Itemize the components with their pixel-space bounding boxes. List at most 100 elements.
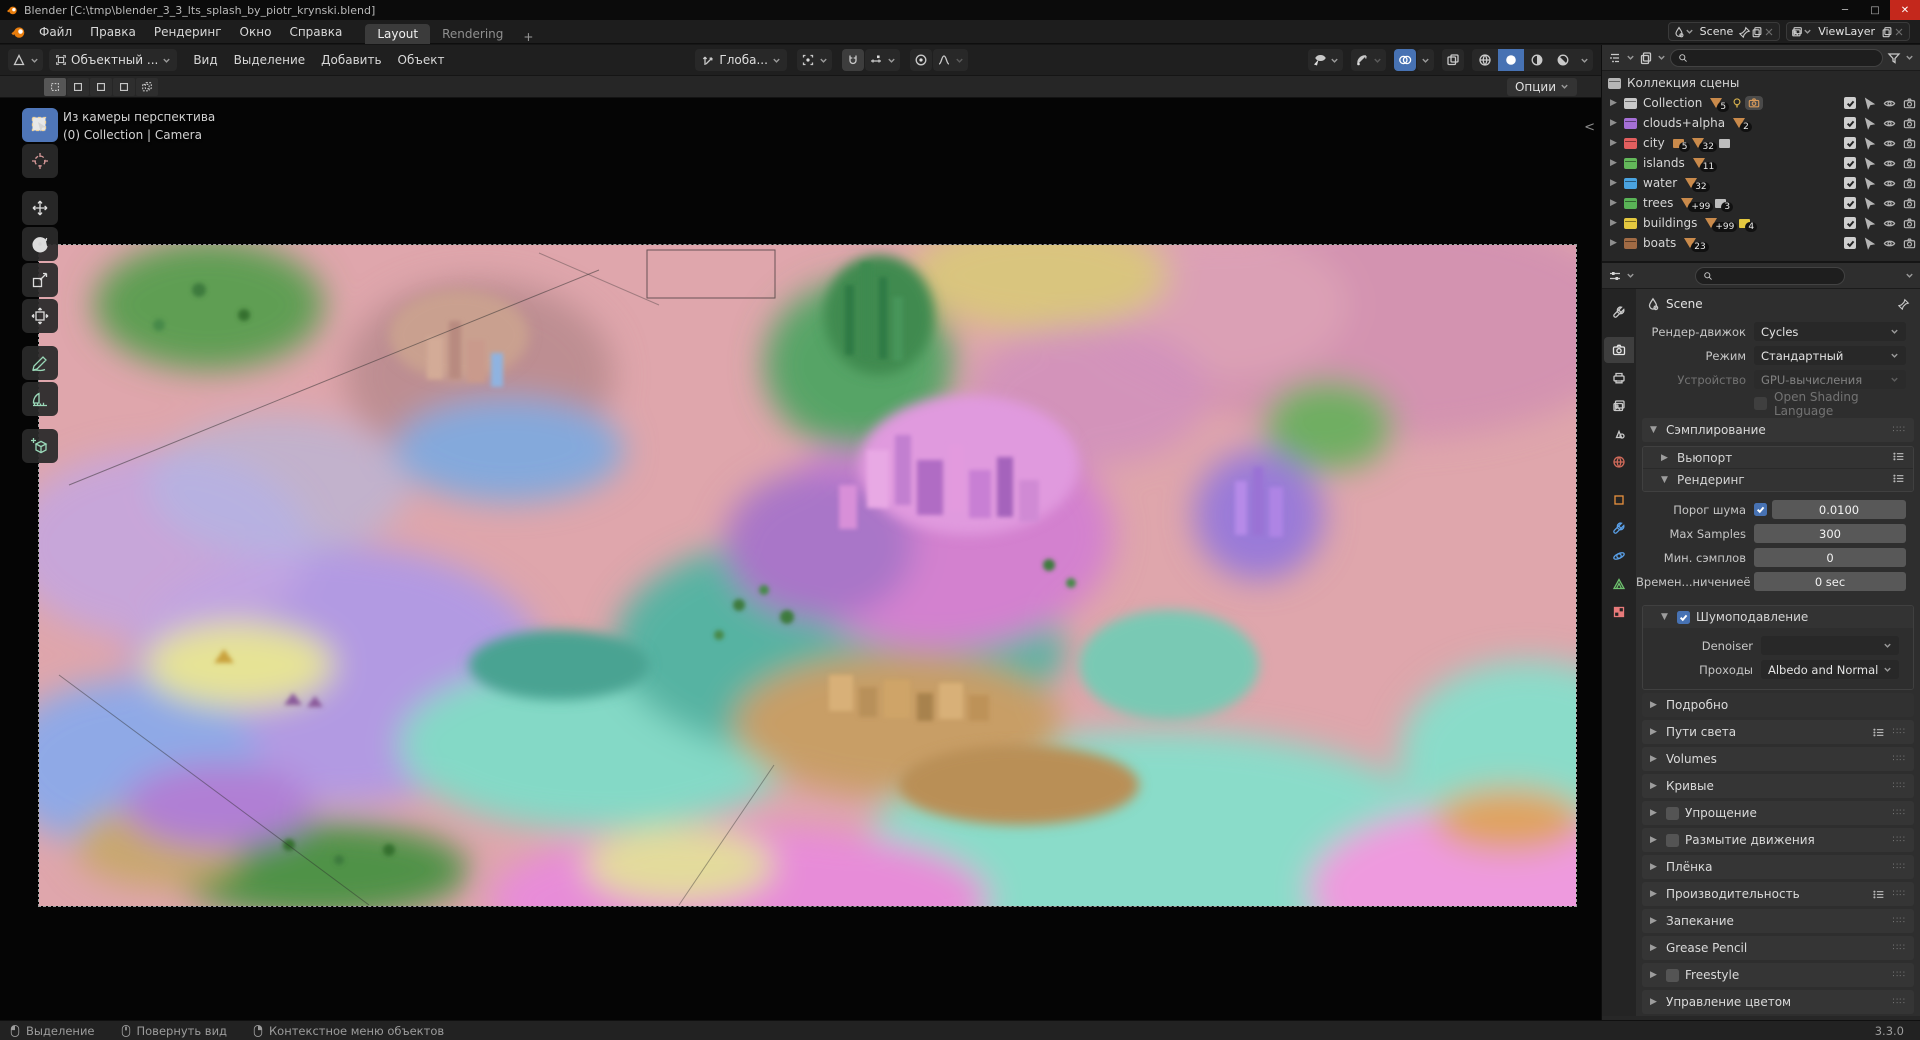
drag-handle-icon[interactable]: ∷∷	[1893, 835, 1906, 845]
drag-handle-icon[interactable]: ∷∷	[1893, 754, 1906, 764]
menu-render[interactable]: Рендеринг	[145, 20, 231, 44]
tool-add-cube[interactable]	[22, 429, 58, 463]
collection-checkbox[interactable]	[1844, 137, 1856, 149]
section-curves[interactable]: ▶Кривые ∷∷	[1642, 774, 1914, 798]
min-samples-field[interactable]: 0	[1754, 548, 1906, 567]
selectable-icon[interactable]	[1863, 117, 1876, 130]
render-camera-icon[interactable]	[1903, 137, 1916, 150]
options-button[interactable]: Опции	[1507, 78, 1577, 96]
expand-arrow-icon[interactable]: ▶	[1610, 98, 1624, 108]
section-color-management[interactable]: ▶Управление цветом ∷∷	[1642, 990, 1914, 1014]
drag-handle-icon[interactable]: ∷∷	[1893, 889, 1906, 899]
close-button[interactable]: ✕	[1890, 0, 1920, 20]
blender-menu-icon[interactable]	[10, 24, 26, 40]
tab-object[interactable]	[1604, 487, 1634, 513]
tool-annotate[interactable]	[22, 346, 58, 380]
pivot-point-dropdown[interactable]	[797, 49, 832, 71]
collection-checkbox[interactable]	[1844, 177, 1856, 189]
section-light-paths[interactable]: ▶Пути света ∷∷	[1642, 720, 1914, 744]
mode-dropdown[interactable]: Объектный ...	[49, 49, 177, 71]
motion-blur-checkbox[interactable]	[1666, 834, 1679, 847]
menu-view[interactable]: Вид	[185, 53, 225, 67]
noise-threshold-checkbox[interactable]	[1754, 503, 1767, 516]
gizmos-dropdown[interactable]	[1351, 49, 1386, 71]
new-viewlayer-icon[interactable]	[1881, 26, 1893, 38]
subsection-render[interactable]: ▼ Рендеринг	[1643, 469, 1913, 491]
freestyle-checkbox[interactable]	[1666, 969, 1679, 982]
snap-toggle[interactable]	[842, 49, 864, 71]
selectable-icon[interactable]	[1863, 217, 1876, 230]
filter-funnel-icon[interactable]	[1887, 51, 1901, 65]
selectable-icon[interactable]	[1863, 197, 1876, 210]
shading-rendered-button[interactable]	[1550, 49, 1576, 71]
editor-type-selector[interactable]	[8, 49, 43, 71]
chevron-down-icon[interactable]	[1905, 53, 1914, 62]
expand-arrow-icon[interactable]: ▶	[1610, 198, 1624, 208]
tab-texture[interactable]	[1604, 599, 1634, 625]
select-mode-extend[interactable]	[67, 78, 89, 96]
subsection-viewport[interactable]: ▶ Вьюпорт	[1643, 447, 1913, 469]
denoiser-dropdown[interactable]	[1761, 636, 1899, 655]
device-dropdown[interactable]: GPU-вычисления	[1754, 370, 1906, 389]
outliner-search[interactable]	[1670, 49, 1883, 67]
hide-eye-icon[interactable]	[1883, 117, 1896, 130]
scene-icon[interactable]	[1673, 26, 1685, 38]
menu-edit[interactable]: Правка	[81, 20, 145, 44]
chevron-down-icon[interactable]	[1626, 271, 1635, 280]
scene-name[interactable]: Scene	[1694, 25, 1740, 38]
overlays-dropdown[interactable]	[1417, 49, 1434, 71]
render-engine-dropdown[interactable]: Cycles	[1754, 322, 1906, 341]
viewport-canvas[interactable]: Из камеры перспектива (0) Collection | C…	[0, 98, 1601, 1020]
tab-scene[interactable]	[1604, 421, 1634, 447]
tool-move[interactable]	[22, 191, 58, 225]
section-volumes[interactable]: ▶Volumes ∷∷	[1642, 747, 1914, 771]
drag-handle-icon[interactable]: ∷∷	[1893, 808, 1906, 818]
menu-object[interactable]: Объект	[390, 53, 453, 67]
tab-physics[interactable]	[1604, 543, 1634, 569]
tool-select-box[interactable]	[22, 108, 58, 142]
shading-dropdown[interactable]	[1580, 56, 1589, 65]
workspace-tab-layout[interactable]: Layout	[365, 24, 430, 44]
menu-help[interactable]: Справка	[280, 20, 351, 44]
display-mode-icon[interactable]	[1639, 51, 1653, 65]
osl-checkbox[interactable]	[1754, 397, 1767, 410]
selectable-icon[interactable]	[1863, 177, 1876, 190]
menu-select[interactable]: Выделение	[226, 53, 313, 67]
tool-cursor[interactable]	[22, 144, 58, 178]
selectable-icon[interactable]	[1863, 137, 1876, 150]
expand-arrow-icon[interactable]: ▶	[1610, 158, 1624, 168]
outliner-row-buildings[interactable]: ▶ buildings +99 4	[1602, 213, 1920, 233]
delete-scene-icon[interactable]	[1763, 26, 1775, 38]
section-grease-pencil[interactable]: ▶Grease Pencil ∷∷	[1642, 936, 1914, 960]
preset-list-icon[interactable]	[1892, 450, 1905, 463]
collection-checkbox[interactable]	[1844, 157, 1856, 169]
outliner-row-boats[interactable]: ▶ boats 23	[1602, 233, 1920, 253]
selectable-icon[interactable]	[1863, 157, 1876, 170]
drag-handle-icon[interactable]: ∷∷	[1893, 943, 1906, 953]
tool-measure[interactable]	[22, 382, 58, 416]
outliner-row-clouds[interactable]: ▶ clouds+alpha 2	[1602, 113, 1920, 133]
tool-rotate[interactable]	[22, 227, 58, 261]
viewlayer-name[interactable]: ViewLayer	[1812, 25, 1881, 38]
chevron-down-icon[interactable]	[1626, 53, 1635, 62]
drag-handle-icon[interactable]: ∷∷	[1893, 997, 1906, 1007]
shading-material-button[interactable]	[1524, 49, 1550, 71]
menu-file[interactable]: Файл	[30, 20, 81, 44]
render-camera-icon[interactable]	[1903, 177, 1916, 190]
expand-arrow-icon[interactable]: ▶	[1610, 118, 1624, 128]
tab-modifiers[interactable]	[1604, 515, 1634, 541]
noise-threshold-field[interactable]: 0.0100	[1772, 500, 1906, 519]
selectable-icon[interactable]	[1863, 237, 1876, 250]
section-freestyle[interactable]: ▶ Freestyle ∷∷	[1642, 963, 1914, 987]
expand-arrow-icon[interactable]: ▶	[1610, 238, 1624, 248]
snap-settings-dropdown[interactable]	[865, 49, 900, 71]
collection-checkbox[interactable]	[1844, 97, 1856, 109]
tab-output[interactable]	[1604, 365, 1634, 391]
section-performance[interactable]: ▶Производительность ∷∷	[1642, 882, 1914, 906]
tool-scale[interactable]	[22, 263, 58, 297]
breadcrumb-scene[interactable]: Scene	[1666, 297, 1703, 311]
pin-icon[interactable]	[1739, 26, 1751, 38]
selectable-icon[interactable]	[1863, 97, 1876, 110]
render-camera-icon[interactable]	[1903, 117, 1916, 130]
section-advanced[interactable]: ▶ Подробно	[1642, 693, 1914, 717]
